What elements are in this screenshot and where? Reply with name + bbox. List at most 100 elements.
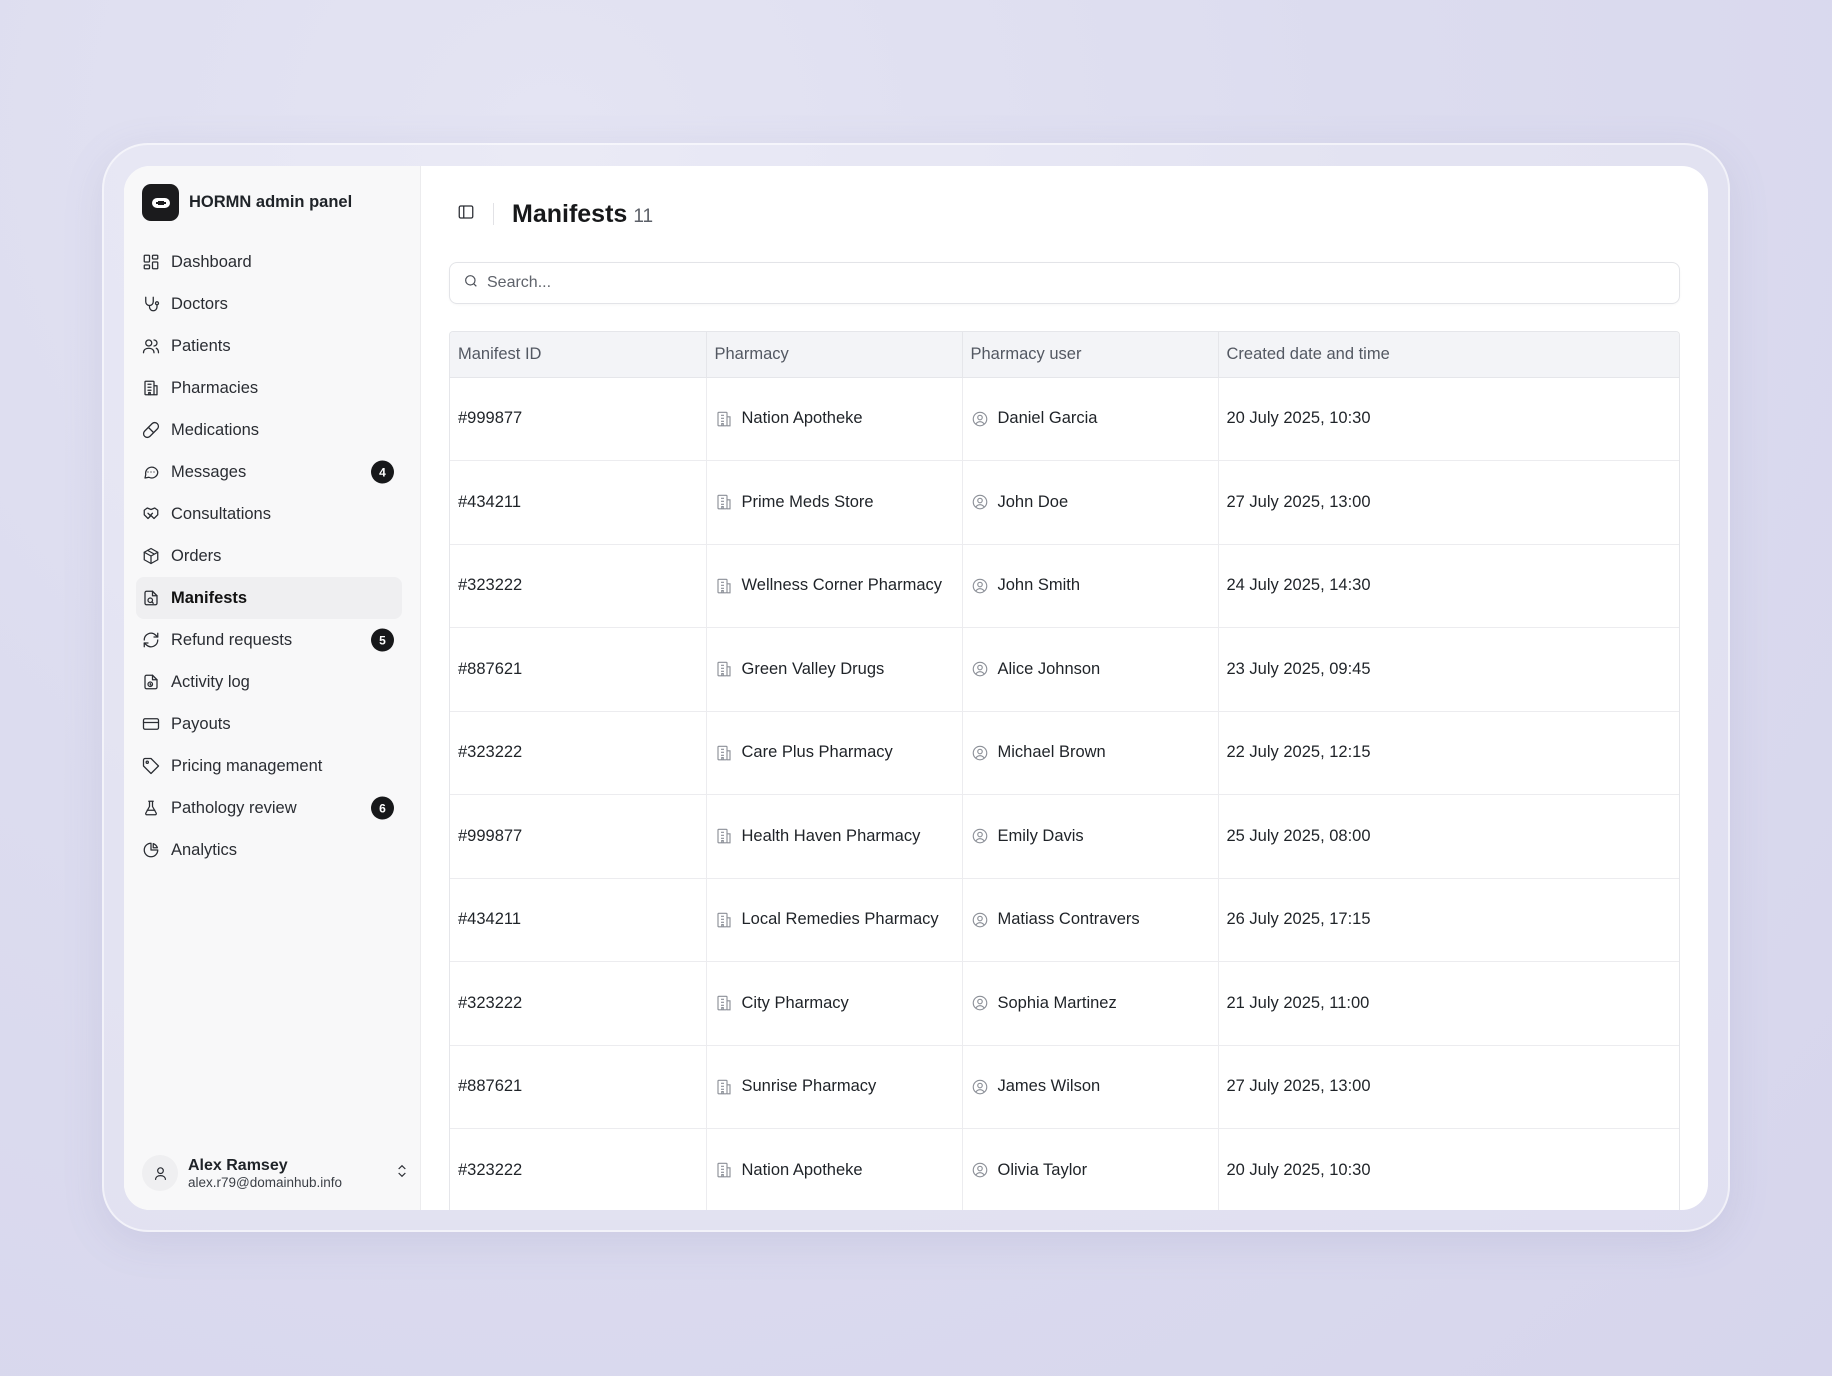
main-content: Manifests11 Manifest ID Pharmacy Pharmac… — [421, 166, 1708, 1210]
user-circle-icon — [971, 744, 989, 762]
sidebar-item-label: Payouts — [171, 714, 231, 733]
chevron-up-down-icon[interactable] — [394, 1163, 410, 1184]
package-icon — [142, 547, 160, 565]
manifests-table: Manifest ID Pharmacy Pharmacy user Creat… — [449, 331, 1680, 1210]
column-header-created[interactable]: Created date and time — [1218, 332, 1679, 378]
pharmacy-name[interactable]: Health Haven Pharmacy — [742, 827, 921, 846]
created-date-cell: 27 July 2025, 13:00 — [1218, 460, 1679, 545]
pharmacy-name[interactable]: Sunrise Pharmacy — [742, 1077, 877, 1096]
column-header-manifest-id[interactable]: Manifest ID — [450, 332, 707, 378]
created-date-cell: 25 July 2025, 08:00 — [1218, 794, 1679, 879]
sidebar-item-refund-requests[interactable]: Refund requests 5 — [142, 619, 402, 661]
manifest-id-cell[interactable]: #999877 — [450, 794, 707, 879]
pharmacy-user-name[interactable]: John Smith — [998, 576, 1081, 595]
pharmacy-name[interactable]: Wellness Corner Pharmacy — [742, 576, 943, 595]
table-row[interactable]: #323222 City Pharmacy Sophia Martinez 21 Ju… — [450, 961, 1679, 1046]
manifest-id-cell[interactable]: #434211 — [450, 878, 707, 962]
sidebar-item-medications[interactable]: Medications — [142, 409, 402, 451]
table-row[interactable]: #323222 Care Plus Pharmacy Michael Brown 22… — [450, 711, 1679, 795]
sidebar-item-analytics[interactable]: Analytics — [142, 829, 402, 871]
search-input[interactable] — [487, 274, 1679, 292]
search-icon — [463, 273, 479, 294]
app-window: HORMN admin panel Dashboard Doctors Patien… — [124, 166, 1708, 1210]
table-row[interactable]: #999877 Nation Apotheke Daniel Garcia 20 Ju… — [450, 377, 1679, 461]
user-circle-icon — [971, 827, 989, 845]
sidebar-item-dashboard[interactable]: Dashboard — [142, 241, 402, 283]
pharmacy-user-cell: James Wilson — [962, 1045, 1219, 1129]
manifest-id-cell[interactable]: #323222 — [450, 544, 707, 628]
pharmacy-user-name[interactable]: Olivia Taylor — [998, 1161, 1088, 1180]
sidebar: HORMN admin panel Dashboard Doctors Patien… — [124, 166, 421, 1210]
page-title: Manifests 11 — [512, 199, 654, 228]
pharmacy-user-name[interactable]: Michael Brown — [998, 743, 1106, 762]
notification-badge: 6 — [371, 796, 394, 820]
sidebar-item-label: Consultations — [171, 504, 271, 523]
sidebar-item-patients[interactable]: Patients — [142, 325, 402, 367]
sidebar-toggle-icon[interactable] — [457, 203, 475, 226]
sidebar-item-doctors[interactable]: Doctors — [142, 283, 402, 325]
sidebar-item-label: Analytics — [171, 840, 238, 859]
pharmacy-cell: City Pharmacy — [706, 961, 963, 1046]
table-row[interactable]: #999877 Health Haven Pharmacy Emily Davis 2… — [450, 794, 1679, 879]
user-circle-icon — [971, 911, 989, 929]
table-row[interactable]: #887621 Sunrise Pharmacy James Wilson 27 Ju… — [450, 1045, 1679, 1129]
credit-card-icon — [142, 715, 160, 733]
sidebar-item-consultations[interactable]: Consultations — [142, 493, 402, 535]
pharmacy-name[interactable]: City Pharmacy — [742, 994, 849, 1013]
manifest-id-cell[interactable]: #323222 — [450, 1128, 707, 1210]
table-row[interactable]: #323222 Nation Apotheke Olivia Taylor 20 Ju… — [450, 1128, 1679, 1210]
sidebar-item-pricing-management[interactable]: Pricing management — [142, 745, 402, 787]
user-circle-icon — [971, 493, 989, 511]
pharmacy-cell: Care Plus Pharmacy — [706, 711, 963, 795]
table-row[interactable]: #434211 Local Remedies Pharmacy Matiass Co… — [450, 878, 1679, 962]
sidebar-item-label: Doctors — [171, 294, 228, 313]
pharmacy-name[interactable]: Care Plus Pharmacy — [742, 743, 893, 762]
user-circle-icon — [971, 1078, 989, 1096]
sidebar-nav: Dashboard Doctors Patients Pharmacies Medica… — [136, 241, 410, 871]
pharmacy-name[interactable]: Nation Apotheke — [742, 1161, 863, 1180]
sidebar-item-label: Pharmacies — [171, 378, 259, 397]
sidebar-item-activity-log[interactable]: Activity log — [142, 661, 402, 703]
pharmacy-user-name[interactable]: James Wilson — [998, 1077, 1101, 1096]
manifest-id-cell[interactable]: #323222 — [450, 961, 707, 1046]
column-header-pharmacy[interactable]: Pharmacy — [706, 332, 963, 378]
page-header: Manifests 11 — [449, 166, 1680, 262]
user-menu[interactable]: Alex Ramsey alex.r79@domainhub.info — [142, 1150, 410, 1196]
column-header-pharmacy-user[interactable]: Pharmacy user — [962, 332, 1219, 378]
pharmacy-user-name[interactable]: Matiass Contravers — [998, 910, 1140, 929]
pharmacy-name[interactable]: Green Valley Drugs — [742, 660, 885, 679]
pharmacy-user-name[interactable]: Daniel Garcia — [998, 409, 1098, 428]
sidebar-item-label: Manifests — [171, 588, 248, 607]
pharmacy-user-name[interactable]: Sophia Martinez — [998, 994, 1117, 1013]
brand[interactable]: HORMN admin panel — [142, 184, 410, 221]
manifest-id-cell[interactable]: #887621 — [450, 1045, 707, 1129]
sidebar-item-pharmacies[interactable]: Pharmacies — [142, 367, 402, 409]
manifest-id-cell[interactable]: #999877 — [450, 377, 707, 461]
pharmacy-user-cell: Matiass Contravers — [962, 878, 1219, 962]
created-date-cell: 27 July 2025, 13:00 — [1218, 1045, 1679, 1129]
sidebar-item-messages[interactable]: Messages 4 — [142, 451, 402, 493]
sidebar-item-manifests[interactable]: Manifests — [136, 577, 402, 619]
table-row[interactable]: #323222 Wellness Corner Pharmacy John Smit… — [450, 544, 1679, 628]
pharmacy-name[interactable]: Prime Meds Store — [742, 493, 874, 512]
page-count: 11 — [633, 205, 654, 227]
created-date-cell: 26 July 2025, 17:15 — [1218, 878, 1679, 962]
table-row[interactable]: #887621 Green Valley Drugs Alice Johnson 23… — [450, 627, 1679, 712]
search-bar[interactable] — [449, 262, 1680, 304]
manifest-id-cell[interactable]: #887621 — [450, 627, 707, 712]
pharmacy-user-name[interactable]: Alice Johnson — [998, 660, 1101, 679]
pharmacy-user-name[interactable]: John Doe — [998, 493, 1069, 512]
sidebar-item-orders[interactable]: Orders — [142, 535, 402, 577]
pharmacy-user-name[interactable]: Emily Davis — [998, 827, 1084, 846]
pharmacy-name[interactable]: Nation Apotheke — [742, 409, 863, 428]
manifest-id-cell[interactable]: #323222 — [450, 711, 707, 795]
pharmacy-cell: Nation Apotheke — [706, 1128, 963, 1210]
table-row[interactable]: #434211 Prime Meds Store John Doe 27 July 2… — [450, 460, 1679, 545]
manifest-id-cell[interactable]: #434211 — [450, 460, 707, 545]
pharmacy-user-cell: John Doe — [962, 460, 1219, 545]
pharmacy-user-cell: Alice Johnson — [962, 627, 1219, 712]
header-divider — [493, 203, 494, 225]
sidebar-item-payouts[interactable]: Payouts — [142, 703, 402, 745]
pharmacy-name[interactable]: Local Remedies Pharmacy — [742, 910, 939, 929]
sidebar-item-pathology-review[interactable]: Pathology review 6 — [142, 787, 402, 829]
